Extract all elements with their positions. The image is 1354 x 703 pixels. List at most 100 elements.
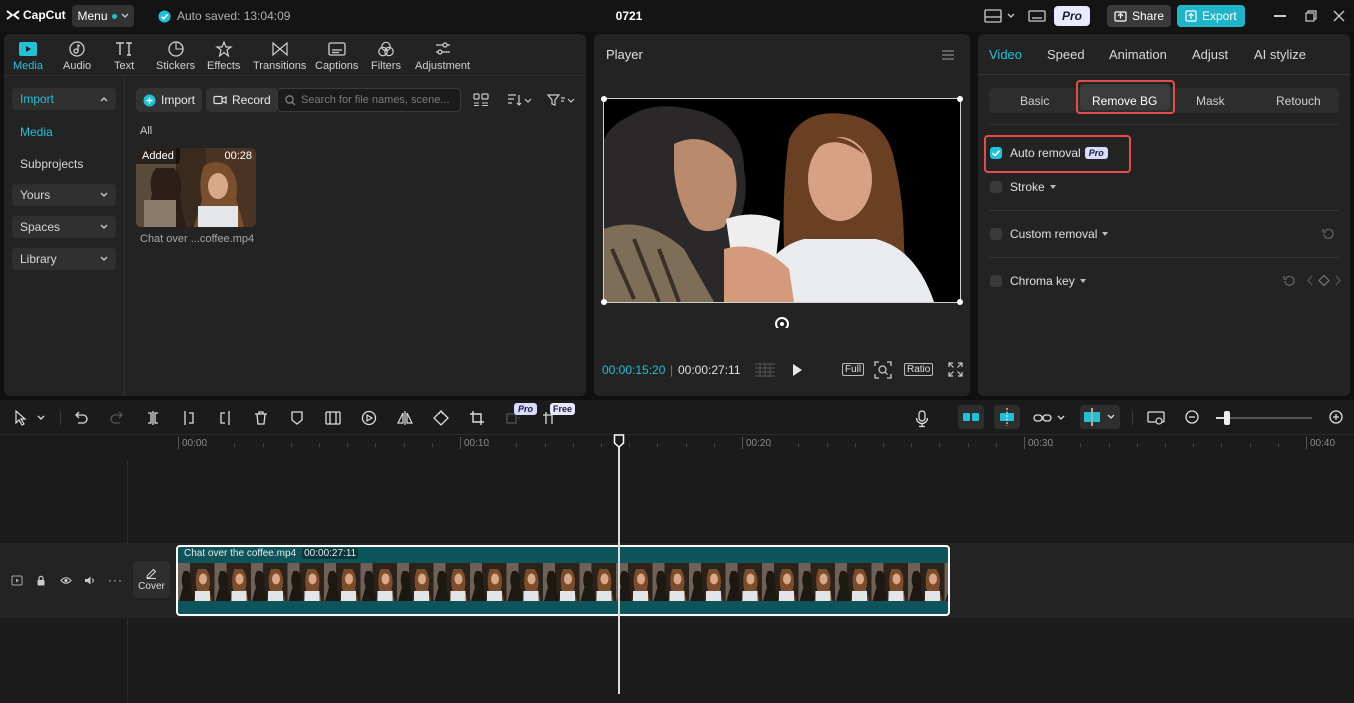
reset-icon[interactable] — [1322, 227, 1335, 240]
subtab-basic[interactable]: Basic — [1020, 94, 1049, 108]
tab-stickers[interactable]: Stickers — [156, 41, 195, 72]
preview-axis-button[interactable] — [1080, 405, 1120, 429]
sidebar-spaces[interactable]: Spaces — [12, 216, 116, 238]
tab-text[interactable]: Text — [114, 41, 134, 72]
mirror-icon[interactable] — [397, 410, 413, 426]
hamburger-menu-icon[interactable] — [941, 49, 955, 61]
close-icon[interactable] — [1333, 10, 1345, 22]
sort-icon[interactable] — [506, 93, 532, 107]
zoom-slider-track[interactable] — [1216, 417, 1312, 419]
sidebar-item-subprojects[interactable]: Subprojects — [20, 157, 83, 171]
resize-handle[interactable] — [601, 299, 607, 305]
freeze-frame-icon[interactable] — [325, 410, 341, 426]
fullscreen-icon[interactable] — [948, 362, 963, 377]
volume-icon[interactable] — [84, 575, 96, 586]
preview-quality-icon[interactable] — [1147, 410, 1165, 426]
ruler-major-tick — [1024, 437, 1025, 449]
split-left-icon[interactable] — [181, 410, 197, 426]
keyframe-nav-icon[interactable] — [1307, 274, 1343, 287]
rotate-handle-icon[interactable] — [774, 316, 790, 328]
custom-removal-checkbox[interactable] — [990, 228, 1002, 240]
ruler-label: 00:20 — [746, 438, 772, 449]
timeline-grid-icon[interactable] — [754, 362, 776, 378]
subtab-retouch[interactable]: Retouch — [1276, 94, 1321, 108]
tab-media[interactable]: Media — [13, 41, 43, 72]
subtab-mask[interactable]: Mask — [1196, 94, 1225, 108]
split-right-icon[interactable] — [217, 410, 233, 426]
eye-icon[interactable] — [60, 576, 72, 585]
pro-button[interactable]: Pro — [1054, 5, 1091, 27]
delete-icon[interactable] — [253, 410, 269, 426]
lock-icon[interactable] — [36, 575, 46, 586]
maximize-icon[interactable] — [1305, 10, 1317, 22]
link-icon[interactable] — [1033, 410, 1067, 426]
tab-animation[interactable]: Animation — [1109, 47, 1167, 62]
split-icon[interactable] — [145, 410, 161, 426]
tab-ai-stylize[interactable]: AI stylize — [1254, 47, 1306, 62]
chroma-key-option[interactable]: Chroma key — [1010, 274, 1087, 288]
captions-icon — [328, 42, 346, 56]
zoom-in-icon[interactable] — [1329, 410, 1343, 424]
reverse-icon[interactable] — [361, 410, 377, 426]
player-preview[interactable] — [604, 99, 960, 302]
tab-filters[interactable]: Filters — [371, 41, 401, 72]
redo-icon[interactable] — [109, 410, 125, 426]
stroke-checkbox[interactable] — [990, 181, 1002, 193]
tab-adjustment[interactable]: Adjustment — [415, 41, 470, 72]
rotate-icon[interactable] — [433, 410, 449, 426]
grid-view-icon[interactable] — [473, 93, 489, 107]
crop-icon[interactable] — [469, 410, 485, 426]
tab-effects[interactable]: Effects — [207, 41, 240, 72]
stroke-option[interactable]: Stroke — [1010, 180, 1057, 194]
minimize-icon[interactable] — [1274, 15, 1286, 17]
ratio-button[interactable]: Ratio — [904, 363, 934, 376]
check-circle-icon — [158, 10, 171, 22]
clip-filmstrip — [178, 563, 948, 601]
layout-button[interactable] — [984, 5, 1016, 27]
import-button[interactable]: Import — [136, 88, 203, 112]
caret-down-icon — [1079, 279, 1086, 283]
full-quality-button[interactable]: Full — [842, 363, 865, 376]
zoom-slider-thumb[interactable] — [1224, 411, 1230, 425]
resize-handle[interactable] — [957, 96, 963, 102]
tab-captions[interactable]: Captions — [315, 41, 358, 72]
tab-transitions[interactable]: Transitions — [253, 41, 306, 72]
auto-snap-button[interactable] — [994, 405, 1020, 429]
media-clip-thumbnail[interactable]: Added 00:28 — [136, 148, 256, 227]
sidebar-yours[interactable]: Yours — [12, 184, 116, 206]
sidebar-item-media[interactable]: Media — [20, 125, 53, 139]
resize-handle[interactable] — [957, 299, 963, 305]
sidebar-import[interactable]: Import — [12, 88, 116, 110]
playhead-line[interactable] — [618, 437, 620, 694]
search-input[interactable]: Search for file names, scene... — [277, 88, 461, 112]
menu-button[interactable]: Menu — [72, 5, 134, 27]
filters-icon — [378, 41, 394, 57]
cover-button[interactable]: Cover — [133, 561, 170, 598]
play-icon[interactable] — [791, 363, 803, 377]
undo-icon[interactable] — [73, 410, 89, 426]
record-button[interactable]: Record — [206, 88, 278, 112]
tab-audio[interactable]: Audio — [63, 41, 91, 72]
zoom-fit-icon[interactable] — [874, 361, 892, 379]
resize-handle[interactable] — [601, 96, 607, 102]
select-tool-icon[interactable] — [14, 410, 48, 426]
tab-video[interactable]: Video — [989, 47, 1022, 62]
tab-speed[interactable]: Speed — [1047, 47, 1085, 62]
zoom-out-icon[interactable] — [1185, 410, 1199, 424]
marker-icon[interactable] — [289, 410, 305, 426]
shortcuts-button[interactable] — [1028, 5, 1046, 27]
main-track-magnet-button[interactable] — [958, 405, 984, 429]
export-button[interactable]: Export — [1177, 5, 1245, 27]
filter-icon[interactable] — [547, 93, 575, 107]
tab-adjust[interactable]: Adjust — [1192, 47, 1228, 62]
microphone-icon[interactable] — [915, 410, 929, 428]
reset-icon[interactable] — [1283, 274, 1296, 287]
timeline-video-clip[interactable]: Chat over the coffee.mp4 00:00:27:11 — [176, 545, 950, 616]
custom-removal-option[interactable]: Custom removal — [1010, 227, 1109, 241]
chevron-down-icon — [100, 256, 108, 261]
sidebar-library[interactable]: Library — [12, 248, 116, 270]
playhead-handle-icon[interactable] — [613, 434, 625, 448]
share-button[interactable]: Share — [1107, 5, 1172, 27]
chroma-key-checkbox[interactable] — [990, 275, 1002, 287]
more-options-icon[interactable]: ··· — [108, 573, 123, 587]
